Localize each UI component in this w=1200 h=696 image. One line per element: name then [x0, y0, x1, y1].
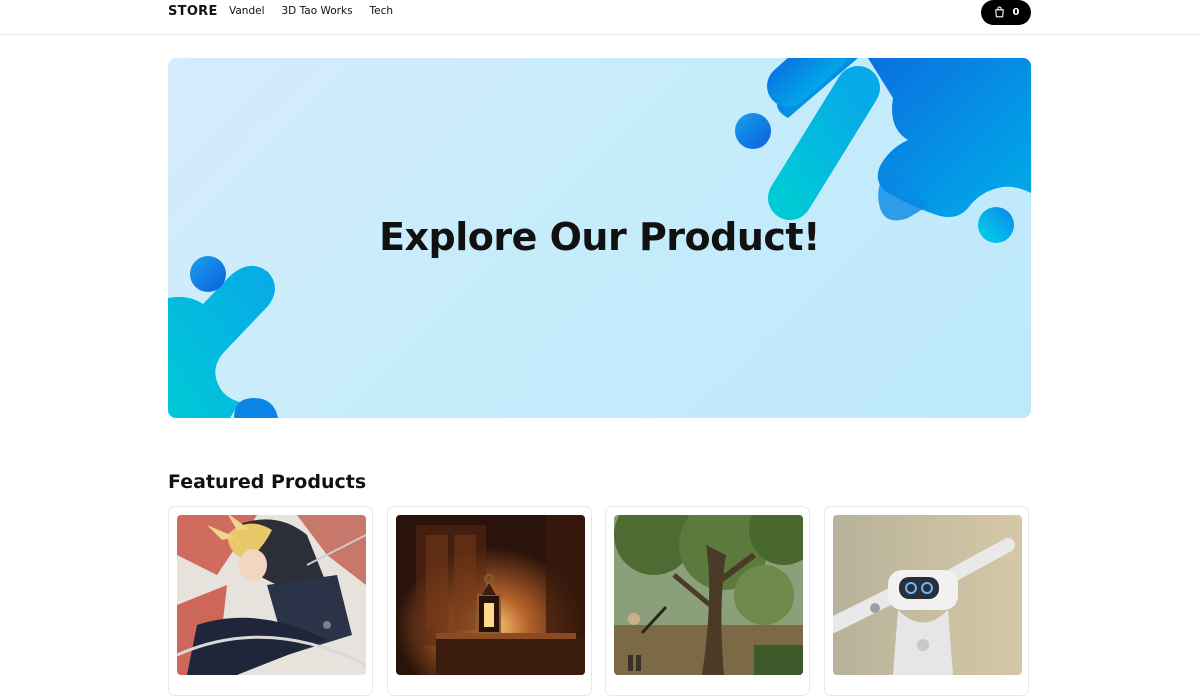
hero-banner: Explore Our Product! [168, 58, 1031, 418]
product-grid [168, 506, 1031, 696]
featured-products-heading: Featured Products [168, 471, 367, 493]
top-navbar: STORE Vandel 3D Tao Works Tech 0 [0, 0, 1200, 35]
product-image-soldier-tree[interactable] [614, 515, 803, 675]
main-nav: Vandel 3D Tao Works Tech [229, 5, 393, 18]
product-image-lantern[interactable] [396, 515, 585, 675]
store-logo[interactable]: STORE [168, 4, 218, 20]
product-card[interactable] [387, 506, 592, 696]
product-image-robot[interactable] [833, 515, 1022, 675]
shopping-bag-icon [993, 6, 1006, 19]
cart-count: 0 [1012, 7, 1020, 18]
nav-link-vandel[interactable]: Vandel [229, 5, 265, 18]
nav-link-3d-tao-works[interactable]: 3D Tao Works [282, 5, 353, 18]
product-card[interactable] [168, 506, 373, 696]
cart-button[interactable]: 0 [981, 0, 1031, 25]
nav-link-tech[interactable]: Tech [370, 5, 394, 18]
product-image-anime-swordsman[interactable] [177, 515, 366, 675]
product-card[interactable] [824, 506, 1029, 696]
hero-title: Explore Our Product! [379, 215, 820, 259]
product-card[interactable] [605, 506, 810, 696]
